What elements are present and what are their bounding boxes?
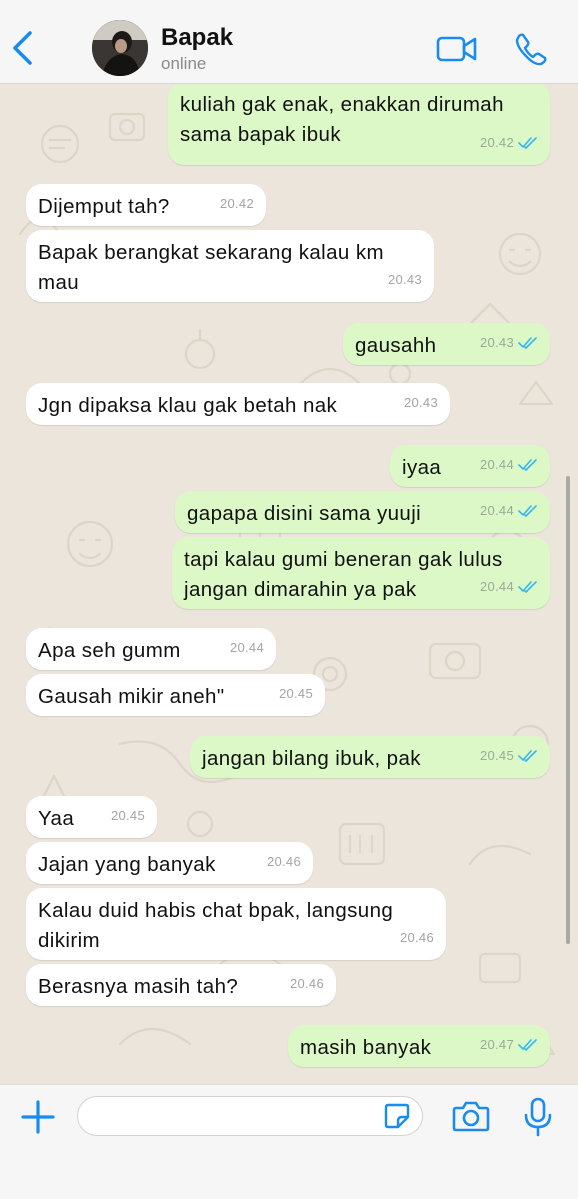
message-time: 20.45 — [110, 808, 145, 823]
message-meta: 20.44 — [480, 572, 538, 602]
message-meta: 20.45 — [279, 679, 313, 709]
message-bubble-outgoing[interactable]: gausahh 20.43 — [343, 323, 550, 365]
message-meta: 20.46 — [290, 969, 324, 999]
message-text: Apa seh gumm — [38, 639, 181, 662]
message-time: 20.44 — [479, 579, 514, 594]
message-text: Gausah mikir aneh" — [38, 685, 225, 708]
message-meta: 20.42 — [480, 128, 538, 158]
message-time: 20.45 — [479, 748, 514, 763]
message-time: 20.46 — [266, 854, 301, 869]
read-receipt-icon — [518, 1039, 537, 1051]
phone-icon[interactable] — [514, 32, 548, 66]
avatar-image — [92, 20, 148, 76]
message-time: 20.42 — [219, 196, 254, 211]
message-time: 20.46 — [399, 930, 434, 945]
message-bubble-incoming[interactable]: Jgn dipaksa klau gak betah nak 20.43 — [26, 383, 450, 425]
message-meta: 20.45 — [480, 741, 538, 771]
chat-area[interactable]: kuliah gak enak, enakkan dirumah sama ba… — [0, 84, 578, 1084]
message-text: Bapak berangkat sekarang kalau km mau — [38, 241, 384, 294]
message-meta: 20.42 — [220, 189, 254, 219]
message-text: masih banyak — [300, 1036, 432, 1059]
microphone-icon[interactable] — [522, 1097, 554, 1137]
message-bubble-outgoing[interactable]: tapi kalau gumi beneran gak lulus jangan… — [172, 537, 550, 609]
message-time: 20.44 — [229, 640, 264, 655]
plus-icon[interactable] — [20, 1099, 56, 1135]
message-bubble-incoming[interactable]: Bapak berangkat sekarang kalau km mau 20… — [26, 230, 434, 302]
message-meta: 20.43 — [404, 388, 438, 418]
message-meta: 20.45 — [111, 801, 145, 831]
chat-header: Bapak online — [0, 0, 578, 84]
composer-bar — [0, 1084, 578, 1199]
video-call-icon[interactable] — [436, 34, 478, 64]
message-time: 20.43 — [387, 272, 422, 287]
sticker-icon[interactable] — [383, 1102, 411, 1130]
message-text: Kalau duid habis chat bpak, langsung dik… — [38, 899, 394, 952]
message-time: 20.43 — [403, 395, 438, 410]
camera-icon[interactable] — [452, 1099, 490, 1133]
message-time: 20.43 — [479, 335, 514, 350]
message-meta: 20.46 — [267, 847, 301, 877]
message-time: 20.44 — [479, 457, 514, 472]
message-text: iyaa — [402, 456, 442, 479]
avatar[interactable] — [92, 20, 148, 76]
message-meta: 20.43 — [388, 265, 422, 295]
read-receipt-icon — [518, 505, 537, 517]
message-bubble-outgoing[interactable]: gapapa disini sama yuuji 20.44 — [175, 491, 550, 533]
message-text: Yaa — [38, 807, 75, 830]
message-bubble-outgoing[interactable]: jangan bilang ibuk, pak 20.45 — [190, 736, 550, 778]
message-bubble-incoming[interactable]: Berasnya masih tah? 20.46 — [26, 964, 336, 1006]
read-receipt-icon — [518, 337, 537, 349]
read-receipt-icon — [518, 750, 537, 762]
message-bubble-outgoing[interactable]: iyaa 20.44 — [390, 445, 550, 487]
scrollbar[interactable] — [566, 476, 570, 944]
message-input-field[interactable] — [77, 1096, 423, 1136]
read-receipt-icon — [518, 137, 537, 149]
message-meta: 20.43 — [480, 328, 538, 358]
message-meta: 20.44 — [480, 496, 538, 526]
chevron-left-icon[interactable] — [10, 30, 36, 66]
message-text: kuliah gak enak, enakkan dirumah sama ba… — [180, 93, 504, 146]
message-bubble-incoming[interactable]: Jajan yang banyak 20.46 — [26, 842, 313, 884]
message-time: 20.42 — [479, 135, 514, 150]
message-bubble-incoming[interactable]: Yaa 20.45 — [26, 796, 157, 838]
message-meta: 20.44 — [480, 450, 538, 480]
message-input[interactable] — [92, 1097, 382, 1135]
message-text: Jgn dipaksa klau gak betah nak — [38, 394, 338, 417]
message-time: 20.44 — [479, 503, 514, 518]
read-receipt-icon — [518, 459, 537, 471]
message-time: 20.47 — [479, 1037, 514, 1052]
contact-status: online — [161, 54, 207, 73]
message-text: gausahh — [355, 334, 437, 357]
message-meta: 20.47 — [480, 1030, 538, 1060]
message-meta: 20.46 — [400, 923, 434, 953]
message-bubble-outgoing[interactable]: kuliah gak enak, enakkan dirumah sama ba… — [168, 84, 550, 165]
message-text: Jajan yang banyak — [38, 853, 216, 876]
message-time: 20.46 — [289, 976, 324, 991]
message-text: tapi kalau gumi beneran gak lulus jangan… — [184, 548, 503, 601]
message-text: Dijemput tah? — [38, 195, 170, 218]
message-text: jangan bilang ibuk, pak — [202, 747, 421, 770]
contact-name[interactable]: Bapak — [161, 24, 233, 52]
message-text: Berasnya masih tah? — [38, 975, 239, 998]
message-time: 20.45 — [278, 686, 313, 701]
message-bubble-incoming[interactable]: Gausah mikir aneh" 20.45 — [26, 674, 325, 716]
read-receipt-icon — [518, 581, 537, 593]
message-text: gapapa disini sama yuuji — [187, 502, 422, 525]
message-bubble-incoming[interactable]: Dijemput tah? 20.42 — [26, 184, 266, 226]
message-bubble-incoming[interactable]: Apa seh gumm 20.44 — [26, 628, 276, 670]
message-bubble-incoming[interactable]: Kalau duid habis chat bpak, langsung dik… — [26, 888, 446, 960]
message-meta: 20.44 — [230, 633, 264, 663]
message-bubble-outgoing[interactable]: masih banyak 20.47 — [288, 1025, 550, 1067]
